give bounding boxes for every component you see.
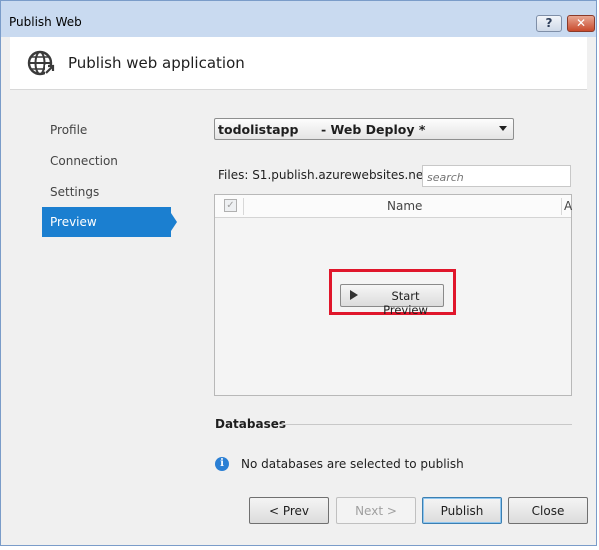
window-close-button[interactable]: ✕ xyxy=(567,15,595,32)
help-button[interactable]: ? xyxy=(536,15,562,32)
start-preview-button[interactable]: Start Preview xyxy=(340,284,444,317)
window-title: Publish Web xyxy=(9,15,82,29)
publish-button[interactable]: Publish xyxy=(422,497,502,524)
databases-heading: Databases xyxy=(215,417,287,431)
globe-publish-icon xyxy=(27,50,55,76)
next-button[interactable]: Next > xyxy=(336,497,416,524)
column-divider xyxy=(243,198,244,215)
profile-name: todolistapp xyxy=(218,122,299,137)
sidebar-item-profile[interactable]: Profile xyxy=(50,123,87,137)
sidebar-item-settings[interactable]: Settings xyxy=(50,185,99,199)
profile-dropdown[interactable]: todolistapp - Web Deploy * xyxy=(214,118,514,140)
search-box[interactable] xyxy=(422,165,571,187)
sidebar-item-preview-label: Preview xyxy=(50,215,97,229)
list-header: ✓ Name A xyxy=(215,195,572,218)
databases-divider xyxy=(280,424,572,425)
databases-message: No databases are selected to publish xyxy=(241,457,464,471)
play-icon xyxy=(350,290,358,300)
dialog-header: Publish web application xyxy=(10,37,587,90)
close-button[interactable]: Close xyxy=(508,497,588,524)
active-item-arrow xyxy=(171,213,177,231)
sidebar-item-connection[interactable]: Connection xyxy=(50,154,118,168)
column-header-name[interactable]: Name xyxy=(387,199,422,213)
sidebar-item-preview[interactable]: Preview xyxy=(42,207,171,237)
search-input[interactable] xyxy=(425,167,569,187)
column-header-action[interactable]: A xyxy=(564,199,572,213)
column-divider xyxy=(561,198,562,215)
publish-web-dialog: Publish Web ? ✕ Publish web application … xyxy=(0,0,597,546)
info-icon: i xyxy=(215,457,229,471)
files-label: Files: S1.publish.azurewebsites.net... xyxy=(218,168,440,182)
start-preview-label: Start Preview xyxy=(383,289,428,317)
prev-button[interactable]: < Prev xyxy=(249,497,329,524)
chevron-down-icon xyxy=(499,126,507,131)
page-title: Publish web application xyxy=(68,54,245,72)
title-bar: Publish Web ? ✕ xyxy=(1,1,596,37)
profile-method: - Web Deploy * xyxy=(321,122,426,137)
select-all-checkbox[interactable]: ✓ xyxy=(224,199,237,212)
